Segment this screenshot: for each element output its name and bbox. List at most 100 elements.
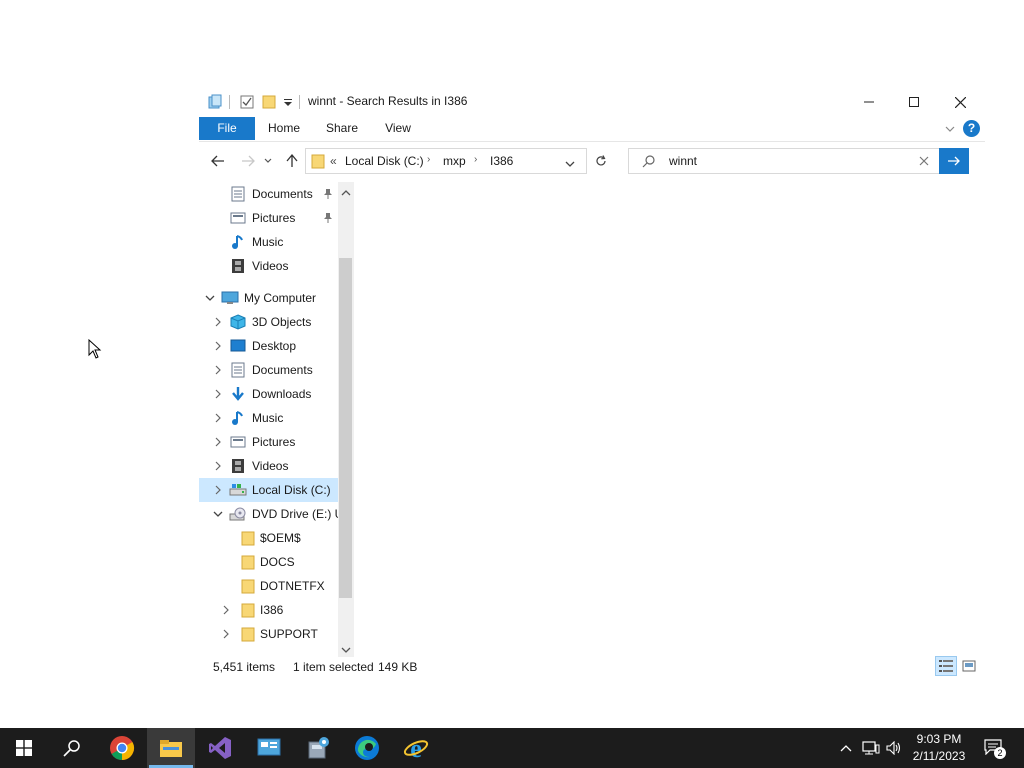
music-icon	[229, 234, 247, 250]
tree-item-pictures[interactable]: Pictures	[199, 430, 338, 454]
chevron-right-icon[interactable]	[212, 484, 224, 496]
tree-item-label: Music	[252, 411, 284, 425]
tree-item-label: Videos	[252, 459, 289, 473]
crumb-separator-icon[interactable]: ›	[474, 154, 477, 165]
selected-size: 149 KB	[378, 660, 418, 674]
details-view-button[interactable]	[935, 656, 957, 676]
crumb-local-disk[interactable]: Local Disk (C:)	[345, 154, 424, 168]
tab-share[interactable]: Share	[316, 117, 368, 140]
tree-item-pictures-pinned[interactable]: Pictures	[199, 206, 338, 230]
tree-item-label: Pictures	[252, 211, 296, 225]
help-icon[interactable]: ?	[963, 120, 980, 137]
chevron-down-icon[interactable]	[204, 292, 216, 304]
tree-item-dotnetfx-folder[interactable]: DOTNETFX	[199, 574, 338, 598]
title-bar: winnt - Search Results in I386	[199, 88, 985, 116]
pin-icon	[323, 212, 333, 224]
clear-search-icon[interactable]	[919, 155, 929, 169]
chevron-right-icon[interactable]	[220, 604, 232, 616]
crumb-separator-icon[interactable]: ›	[427, 154, 430, 165]
search-button[interactable]	[48, 728, 96, 768]
tree-item-my-computer[interactable]: My Computer	[199, 286, 338, 310]
search-box[interactable]: winnt	[628, 148, 969, 174]
crumb-mxp[interactable]: mxp	[443, 154, 466, 168]
window-title: winnt - Search Results in I386	[308, 94, 468, 108]
tree-item-label: Downloads	[252, 387, 312, 401]
volume-tray-button[interactable]	[884, 728, 904, 768]
properties-icon[interactable]	[239, 94, 255, 110]
large-icons-view-button[interactable]	[959, 656, 979, 676]
up-button[interactable]	[281, 150, 303, 172]
action-center-button[interactable]: 2	[980, 728, 1008, 768]
tree-item-documents-pinned[interactable]: Documents	[199, 182, 338, 206]
mouse-cursor-icon	[88, 338, 102, 362]
chevron-right-icon[interactable]	[212, 412, 224, 424]
search-input[interactable]: winnt	[669, 154, 697, 168]
chevron-right-icon[interactable]	[212, 340, 224, 352]
tree-item-i386-folder[interactable]: I386	[199, 598, 338, 622]
tree-item-support-folder[interactable]: SUPPORT	[199, 622, 338, 646]
qa-separator	[298, 94, 300, 110]
forward-button[interactable]	[237, 150, 259, 172]
explorer-app-icon[interactable]	[207, 94, 223, 110]
system-clock[interactable]: 9:03 PM 2/11/2023	[904, 731, 974, 765]
visual-studio-icon	[209, 737, 231, 759]
refresh-button[interactable]	[590, 150, 612, 172]
control-panel-icon	[257, 738, 281, 756]
chevron-right-icon[interactable]	[212, 364, 224, 376]
network-tray-button[interactable]	[860, 728, 882, 768]
tree-item-desktop[interactable]: Desktop	[199, 334, 338, 358]
scroll-down-icon[interactable]	[341, 643, 351, 657]
tab-home[interactable]: Home	[259, 117, 309, 140]
minimize-button[interactable]	[846, 88, 892, 116]
tree-item-label: DOCS	[260, 555, 295, 569]
maximize-button[interactable]	[891, 88, 937, 116]
tree-item-music[interactable]: Music	[199, 406, 338, 430]
chevron-down-icon[interactable]	[212, 508, 224, 520]
tree-item-dvd-drive[interactable]: DVD Drive (E:) UI	[199, 502, 347, 526]
search-go-button[interactable]	[939, 148, 969, 174]
chevron-right-icon[interactable]	[212, 388, 224, 400]
tree-item-music-quick[interactable]: Music	[199, 230, 338, 254]
tab-view[interactable]: View	[374, 117, 422, 140]
control-panel-taskbar-button[interactable]	[245, 728, 293, 768]
back-button[interactable]	[207, 150, 229, 172]
chevron-right-icon[interactable]	[212, 460, 224, 472]
address-bar[interactable]: « Local Disk (C:) › mxp › I386	[305, 148, 587, 174]
recent-locations-icon[interactable]	[261, 150, 275, 172]
tree-item-documents[interactable]: Documents	[199, 358, 338, 382]
file-list-area[interactable]	[357, 182, 985, 657]
expand-ribbon-icon[interactable]	[944, 123, 956, 135]
show-hidden-icons-button[interactable]	[836, 728, 856, 768]
chevron-right-icon[interactable]	[212, 316, 224, 328]
tab-file[interactable]: File	[199, 117, 255, 140]
tree-item-local-disk[interactable]: Local Disk (C:)	[199, 478, 338, 502]
start-button[interactable]	[0, 728, 48, 768]
close-button[interactable]	[937, 88, 983, 116]
tree-item-oem-folder[interactable]: $OEM$	[199, 526, 338, 550]
file-explorer-taskbar-button[interactable]	[147, 728, 195, 768]
customize-quick-access-icon[interactable]	[283, 94, 293, 110]
scroll-thumb[interactable]	[339, 258, 352, 598]
tree-item-label: 3D Objects	[252, 315, 312, 329]
notification-badge: 2	[994, 747, 1006, 759]
new-folder-icon[interactable]	[261, 94, 277, 110]
admin-tools-taskbar-button[interactable]	[294, 728, 342, 768]
address-dropdown-icon[interactable]	[565, 157, 575, 171]
tree-item-docs-folder[interactable]: DOCS	[199, 550, 338, 574]
nav-pane-scrollbar[interactable]	[338, 182, 354, 657]
edge-taskbar-button[interactable]	[343, 728, 391, 768]
internet-explorer-taskbar-button[interactable]: e	[392, 728, 440, 768]
tree-item-videos[interactable]: Videos	[199, 454, 338, 478]
tree-item-downloads[interactable]: Downloads	[199, 382, 338, 406]
chevron-right-icon[interactable]	[220, 628, 232, 640]
chevron-right-icon[interactable]	[212, 436, 224, 448]
tree-item-3d-objects[interactable]: 3D Objects	[199, 310, 338, 334]
navigation-bar: « Local Disk (C:) › mxp › I386 winnt	[199, 146, 985, 178]
address-overflow[interactable]: «	[330, 154, 337, 168]
crumb-i386[interactable]: I386	[490, 154, 513, 168]
scroll-up-icon[interactable]	[341, 186, 351, 200]
visual-studio-taskbar-button[interactable]	[196, 728, 244, 768]
item-count: 5,451 items	[213, 660, 276, 674]
chrome-taskbar-button[interactable]	[98, 728, 146, 768]
tree-item-videos-quick[interactable]: Videos	[199, 254, 338, 278]
